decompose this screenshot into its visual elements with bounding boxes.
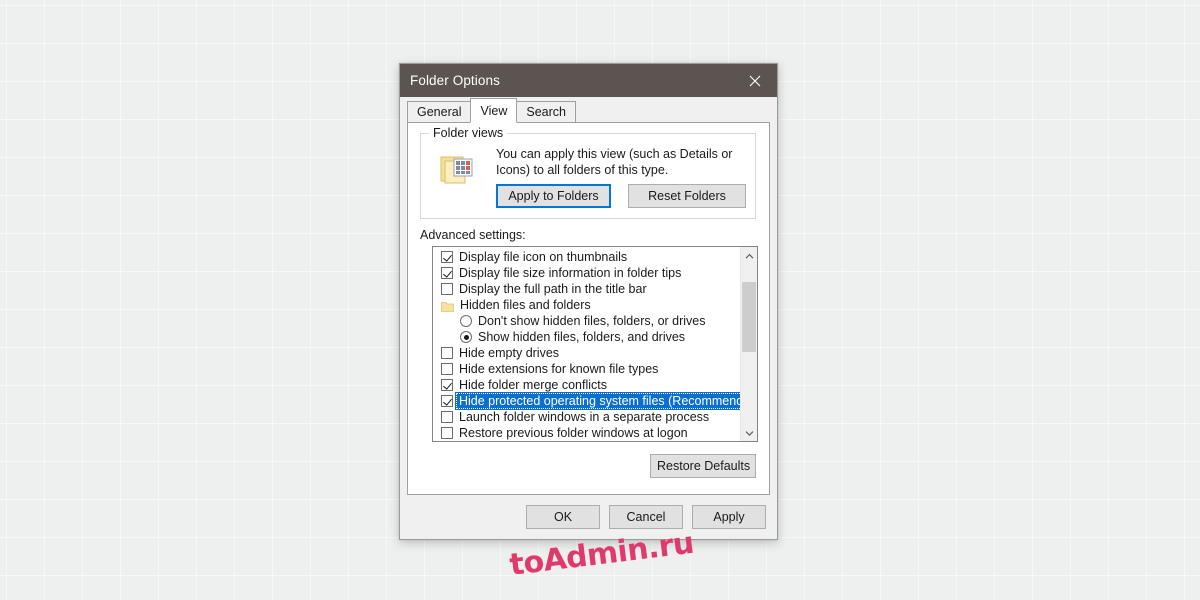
advanced-setting-label: Hide empty drives [453, 345, 559, 361]
advanced-setting-row[interactable]: Display file size information in folder … [433, 265, 740, 281]
advanced-setting-row[interactable]: Don't show hidden files, folders, or dri… [433, 313, 740, 329]
dialog-body: General View Search Folder views [400, 97, 777, 539]
chevron-up-icon [745, 247, 754, 265]
advanced-setting-row[interactable]: Launch folder windows in a separate proc… [433, 409, 740, 425]
chevron-down-icon [745, 424, 754, 442]
checkbox-icon[interactable] [441, 267, 453, 279]
advanced-setting-label: Display the full path in the title bar [453, 281, 647, 297]
folder-views-icon [440, 153, 478, 187]
tab-view[interactable]: View [470, 98, 517, 123]
advanced-settings-listbox[interactable]: Display file icon on thumbnailsDisplay f… [432, 246, 758, 442]
folder-icon [441, 300, 454, 311]
radio-icon[interactable] [460, 315, 472, 327]
advanced-settings-label: Advanced settings: [420, 228, 526, 242]
window-title: Folder Options [400, 73, 500, 88]
apply-to-folders-button[interactable]: Apply to Folders [496, 184, 611, 208]
scroll-down-button[interactable] [741, 424, 757, 441]
checkbox-icon[interactable] [441, 427, 453, 439]
advanced-setting-label: Hide folder merge conflicts [453, 377, 607, 393]
folder-views-description: You can apply this view (such as Details… [496, 146, 746, 178]
advanced-setting-row[interactable]: Show hidden files, folders, and drives [433, 329, 740, 345]
folder-views-legend: Folder views [429, 126, 507, 140]
listbox-scrollbar[interactable] [740, 247, 757, 441]
advanced-setting-row[interactable]: Display the full path in the title bar [433, 281, 740, 297]
scrollbar-thumb[interactable] [742, 282, 756, 352]
titlebar: Folder Options [400, 64, 777, 97]
reset-folders-button[interactable]: Reset Folders [628, 184, 746, 208]
tab-general[interactable]: General [407, 101, 471, 122]
advanced-setting-row[interactable]: Hide folder merge conflicts [433, 377, 740, 393]
advanced-setting-label: Don't show hidden files, folders, or dri… [472, 313, 706, 329]
advanced-setting-row[interactable]: Restore previous folder windows at logon [433, 425, 740, 441]
advanced-setting-row[interactable]: Display file icon on thumbnails [433, 249, 740, 265]
cancel-button[interactable]: Cancel [609, 505, 683, 529]
checkbox-icon[interactable] [441, 251, 453, 263]
advanced-setting-row[interactable]: Hide extensions for known file types [433, 361, 740, 377]
advanced-settings-items: Display file icon on thumbnailsDisplay f… [433, 247, 740, 441]
folder-views-group: Folder views [420, 133, 756, 219]
checkbox-icon[interactable] [441, 411, 453, 423]
advanced-setting-label: Hidden files and folders [454, 297, 591, 313]
advanced-setting-label: Display file icon on thumbnails [453, 249, 627, 265]
checkbox-icon[interactable] [441, 379, 453, 391]
advanced-setting-label: Show hidden files, folders, and drives [472, 329, 685, 345]
checkbox-icon[interactable] [441, 347, 453, 359]
tab-search[interactable]: Search [516, 101, 576, 122]
advanced-setting-label: Hide extensions for known file types [453, 361, 658, 377]
advanced-setting-label: Restore previous folder windows at logon [453, 425, 688, 441]
folder-options-dialog: Folder Options General View Search Folde… [399, 63, 778, 540]
ok-button[interactable]: OK [526, 505, 600, 529]
advanced-setting-row[interactable]: Hide empty drives [433, 345, 740, 361]
advanced-setting-row[interactable]: Hidden files and folders [433, 297, 740, 313]
scroll-up-button[interactable] [741, 247, 757, 264]
radio-icon[interactable] [460, 331, 472, 343]
advanced-setting-label: Launch folder windows in a separate proc… [453, 409, 709, 425]
scrollbar-track[interactable] [741, 264, 757, 424]
tab-page-view: Folder views [407, 122, 770, 495]
tabstrip: General View Search [400, 97, 777, 122]
close-icon [749, 75, 761, 87]
checkbox-icon[interactable] [441, 363, 453, 375]
close-button[interactable] [732, 64, 777, 97]
advanced-setting-label: Display file size information in folder … [453, 265, 681, 281]
dialog-footer: OK Cancel Apply [400, 495, 777, 539]
restore-defaults-button[interactable]: Restore Defaults [650, 454, 756, 478]
advanced-setting-row[interactable]: Hide protected operating system files (R… [433, 393, 740, 409]
checkbox-icon[interactable] [441, 283, 453, 295]
apply-button[interactable]: Apply [692, 505, 766, 529]
folder-views-buttons: Apply to Folders Reset Folders [496, 184, 746, 208]
advanced-setting-label: Hide protected operating system files (R… [456, 393, 740, 409]
checkbox-icon[interactable] [441, 395, 453, 407]
